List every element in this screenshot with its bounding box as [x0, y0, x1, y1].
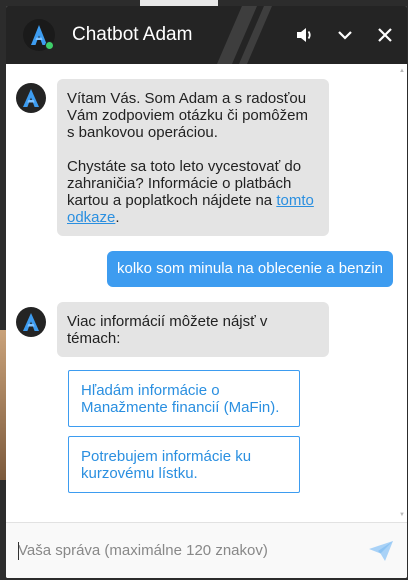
option-button-mafin[interactable]: Hľadám informácie o Manažmente financií … [68, 370, 300, 427]
adam-logo-icon [23, 313, 39, 331]
scroll-up-icon[interactable]: ▲ [399, 68, 405, 74]
travel-text-end: . [115, 209, 120, 226]
speaker-icon [297, 28, 311, 42]
message-composer [6, 522, 407, 578]
travel-text: Chystáte sa toto leto vycestovať do zahr… [67, 158, 302, 209]
bot-message-welcome: Vítam Vás. Som Adam a s radosťou Vám zod… [57, 79, 329, 236]
scrollbar[interactable]: ▲ ▼ [399, 68, 405, 518]
close-icon [378, 28, 392, 42]
sound-toggle-button[interactable] [285, 6, 325, 64]
adam-logo-icon [23, 89, 39, 107]
bot-avatar [16, 307, 46, 337]
message-input[interactable] [6, 522, 355, 578]
user-message: kolko som minula na oblecenie a benzin [107, 251, 393, 287]
online-status-dot [45, 41, 54, 50]
text-caret [18, 542, 19, 560]
chat-header: Chatbot Adam [6, 6, 407, 64]
chevron-down-icon [338, 31, 352, 40]
adam-logo-icon [23, 19, 55, 51]
chat-widget: Chatbot Adam ▲ ▼ Vítam Vás. Som Adam a s… [6, 6, 407, 578]
message-list[interactable]: ▲ ▼ Vítam Vás. Som Adam a s radosťou Vám… [6, 64, 407, 522]
close-button[interactable] [365, 6, 405, 64]
scroll-down-icon[interactable]: ▼ [399, 512, 405, 518]
welcome-paragraph: Vítam Vás. Som Adam a s radosťou Vám zod… [67, 90, 308, 141]
bot-avatar [16, 83, 46, 113]
send-icon [369, 540, 393, 561]
send-button[interactable] [355, 523, 407, 579]
bot-message-reply: Viac informácií môžete nájsť v témach: [57, 302, 329, 357]
travel-paragraph: Chystáte sa toto leto vycestovať do zahr… [67, 158, 319, 226]
chat-title: Chatbot Adam [72, 24, 193, 45]
option-button-exchange-rates[interactable]: Potrebujem informácie ku kurzovému lístk… [68, 436, 300, 493]
minimize-button[interactable] [325, 6, 365, 64]
